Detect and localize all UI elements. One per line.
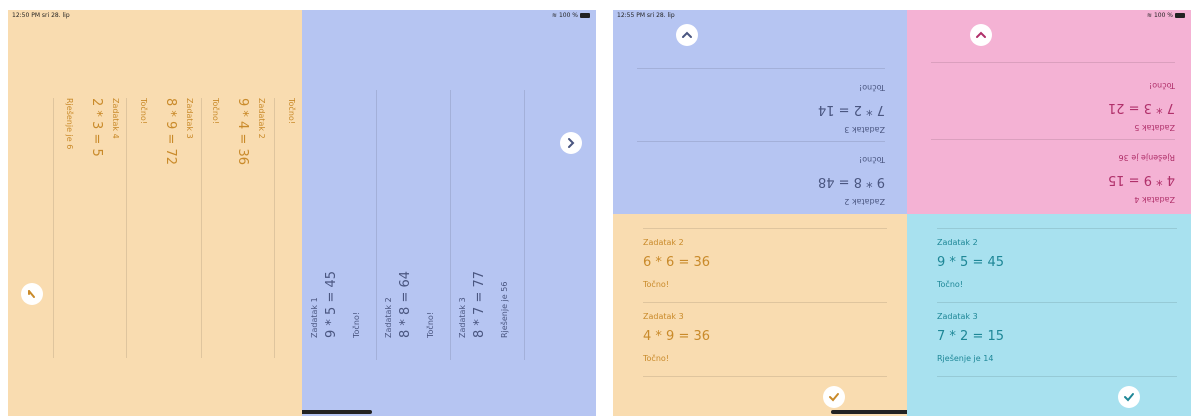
battery-percent: 100 % (558, 12, 578, 19)
chevron-button[interactable] (676, 24, 698, 46)
task-result: Točno! (426, 312, 435, 338)
task-label: Zadatak 2 (937, 238, 978, 247)
task-result: Rješenje je 14 (937, 354, 994, 363)
chevron-icon (976, 31, 986, 38)
chevron-icon (28, 290, 35, 298)
collapse-button[interactable] (21, 283, 43, 305)
battery-percent: 100 % (1153, 12, 1173, 19)
task-equation: 7 * 2 = 15 (937, 329, 1005, 344)
checkmark-icon (829, 393, 839, 402)
task-equation: 8 * 8 = 64 (398, 270, 413, 338)
chevron-button[interactable] (970, 24, 992, 46)
task-equation: 2 * 3 = 5 (89, 98, 104, 157)
blue-panel: ≋ 100 % Zadatak 1 9 * 5 = 45 Točno! Zada… (302, 10, 596, 416)
task-equation: 7 * 3 = 21 (1107, 100, 1175, 115)
task-label: Zadatak 3 (458, 297, 467, 338)
task-equation: 6 * 6 = 36 (643, 255, 711, 270)
task-label: Zadatak 2 (384, 297, 393, 338)
checkmark-icon (1124, 393, 1134, 402)
battery-icon (1175, 13, 1185, 18)
task-label: Zadatak 3 (937, 312, 978, 321)
task-result: Točno! (937, 280, 963, 289)
task-equation: 4 * 9 = 36 (643, 329, 711, 344)
peach-panel: Zadatak 2 6 * 6 = 36 Točno! Zadatak 3 4 … (613, 214, 907, 416)
task-equation: 9 * 5 = 45 (324, 270, 339, 338)
task-result: Točno! (139, 98, 148, 124)
status-time: 12:50 PM sri 28. lip (12, 12, 70, 19)
task-label: Zadatak 3 (643, 312, 684, 321)
check-button[interactable] (823, 386, 845, 408)
task-label: Zadatak 4 (1134, 195, 1175, 204)
status-indicators: ≋ 100 % (552, 12, 590, 19)
task-equation: 4 * 9 = 15 (1107, 172, 1175, 187)
task-result: Rješenje je 36 (1118, 153, 1175, 162)
task-result: Točno! (859, 83, 885, 92)
task-result: Točno! (643, 280, 669, 289)
task-label: Zadatak 2 (643, 238, 684, 247)
task-label: Zadatak 1 (310, 297, 319, 338)
task-result: Točno! (859, 155, 885, 164)
status-time: 12:55 PM sri 28. lip (617, 12, 675, 19)
task-equation: 9 * 4 = 36 (235, 98, 250, 166)
chevron-icon (568, 138, 575, 148)
home-indicator (302, 410, 372, 414)
battery-icon (580, 13, 590, 18)
result-text: Točno! (287, 98, 296, 124)
cyan-panel: Zadatak 2 9 * 5 = 45 Točno! Zadatak 3 7 … (907, 214, 1191, 416)
task-equation: 8 * 7 = 77 (472, 270, 487, 338)
task-result: Točno! (1149, 81, 1175, 90)
task-result: Točno! (352, 312, 361, 338)
task-label: Zadatak 5 (1134, 123, 1175, 132)
task-equation: 9 * 8 = 48 (817, 174, 885, 189)
task-result: Točno! (643, 354, 669, 363)
flipped-list: Zadatak 4 4 * 9 = 15 Rješenje je 36 Zada… (931, 68, 1175, 212)
wifi-icon: ≋ (1146, 12, 1152, 19)
check-button[interactable] (1118, 386, 1140, 408)
task-label: Zadatak 4 (111, 98, 120, 139)
blue-panel: 12:55 PM sri 28. lip Zadatak 2 9 * 8 = 4… (613, 10, 907, 214)
task-result: Rješenje je 6 (65, 98, 74, 150)
task-label: Zadatak 2 (257, 98, 266, 139)
task-result: Točno! (211, 98, 220, 124)
chevron-icon (682, 31, 692, 38)
status-indicators: ≋ 100 % (1147, 12, 1185, 19)
flipped-list: Zadatak 2 9 * 8 = 48 Točno! Zadatak 3 7 … (637, 70, 885, 214)
home-indicator (831, 410, 907, 414)
left-screenshot: 12:50 PM sri 28. lip Točno! Zadatak 2 9 … (8, 10, 596, 416)
task-equation: 7 * 2 = 14 (817, 102, 885, 117)
wifi-icon: ≋ (551, 12, 557, 19)
peach-panel: 12:50 PM sri 28. lip Točno! Zadatak 2 9 … (8, 10, 302, 416)
task-equation: 8 * 9 = 72 (163, 98, 178, 166)
right-screenshot: 12:55 PM sri 28. lip Zadatak 2 9 * 8 = 4… (613, 10, 1191, 416)
task-label: Zadatak 2 (844, 197, 885, 206)
task-label: Zadatak 3 (844, 125, 885, 134)
task-equation: 9 * 5 = 45 (937, 255, 1005, 270)
pink-panel: ≋ 100 % Zadatak 4 4 * 9 = 15 Rješenje je… (907, 10, 1191, 214)
task-result: Rješenje je 56 (500, 281, 509, 338)
expand-button[interactable] (560, 132, 582, 154)
task-label: Zadatak 3 (185, 98, 194, 139)
